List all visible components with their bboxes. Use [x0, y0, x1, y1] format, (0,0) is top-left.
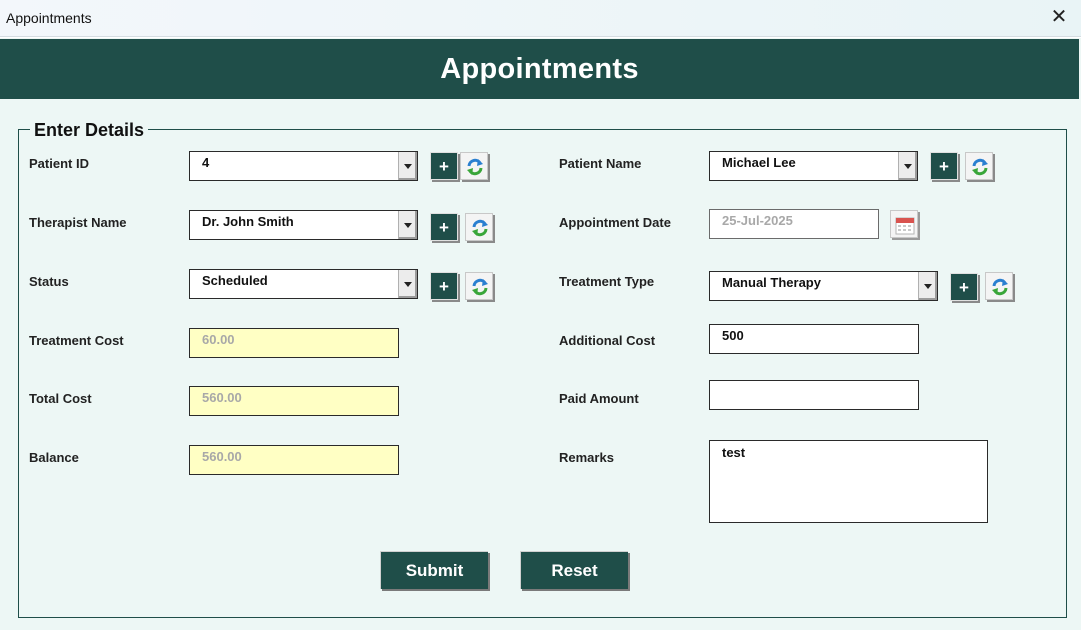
form-client-area: Appointments Enter Details Patient ID Th… [0, 38, 1081, 630]
appointment-date-value: 25-Jul-2025 [722, 213, 793, 228]
chevron-down-icon[interactable] [898, 152, 917, 180]
window-title: Appointments [6, 10, 92, 26]
therapist-name-label: Therapist Name [29, 215, 127, 230]
balance-value: 560.00 [202, 449, 242, 464]
add-patient-name-button[interactable]: + [930, 152, 958, 180]
additional-cost-field[interactable]: 500 [709, 324, 919, 354]
remarks-value: test [722, 445, 746, 460]
add-treatment-type-button[interactable]: + [950, 273, 978, 301]
page-title: Appointments [0, 39, 1079, 99]
additional-cost-label: Additional Cost [559, 333, 656, 348]
reset-button[interactable]: Reset [520, 551, 628, 589]
treatment-type-label: Treatment Type [559, 274, 655, 289]
refresh-icon[interactable] [460, 152, 488, 180]
add-therapist-button[interactable]: + [430, 213, 458, 241]
add-patient-button[interactable]: + [430, 152, 458, 180]
remarks-label: Remarks [559, 450, 614, 465]
patient-name-value: Michael Lee [722, 155, 796, 170]
chevron-down-icon[interactable] [398, 152, 417, 180]
details-frame-caption: Enter Details [30, 120, 149, 141]
chevron-down-icon[interactable] [398, 270, 417, 298]
appointment-date-label: Appointment Date [559, 215, 671, 230]
therapist-name-value: Dr. John Smith [202, 214, 294, 229]
additional-cost-value: 500 [722, 328, 744, 343]
chevron-down-icon[interactable] [398, 211, 417, 239]
patient-id-combo[interactable]: 4 [189, 151, 418, 181]
total-cost-value: 560.00 [202, 390, 242, 405]
total-cost-field: 560.00 [189, 386, 399, 416]
balance-field: 560.00 [189, 445, 399, 475]
therapist-name-combo[interactable]: Dr. John Smith [189, 210, 418, 240]
submit-button[interactable]: Submit [380, 551, 488, 589]
refresh-icon[interactable] [985, 272, 1013, 300]
status-label: Status [29, 274, 69, 289]
treatment-type-combo[interactable]: Manual Therapy [709, 271, 938, 301]
refresh-icon[interactable] [465, 272, 493, 300]
calendar-icon[interactable] [890, 210, 918, 238]
details-frame [18, 129, 1067, 618]
patient-id-label: Patient ID [29, 156, 89, 171]
patient-name-label: Patient Name [559, 156, 642, 171]
treatment-type-value: Manual Therapy [722, 275, 821, 290]
appointment-date-field[interactable]: 25-Jul-2025 [709, 209, 879, 239]
close-icon[interactable]: ✕ [1049, 7, 1069, 27]
refresh-icon[interactable] [465, 213, 493, 241]
add-status-button[interactable]: + [430, 272, 458, 300]
paid-amount-label: Paid Amount [559, 391, 639, 406]
remarks-textarea[interactable]: test [709, 440, 988, 523]
patient-id-value: 4 [202, 155, 210, 170]
chevron-down-icon[interactable] [918, 272, 937, 300]
patient-name-combo[interactable]: Michael Lee [709, 151, 918, 181]
refresh-icon[interactable] [965, 152, 993, 180]
balance-label: Balance [29, 450, 79, 465]
total-cost-label: Total Cost [29, 391, 92, 406]
treatment-cost-value: 60.00 [202, 332, 235, 347]
paid-amount-field[interactable] [709, 380, 919, 410]
window-titlebar: Appointments ✕ [0, 0, 1081, 37]
status-value: Scheduled [202, 273, 268, 288]
treatment-cost-field: 60.00 [189, 328, 399, 358]
status-combo[interactable]: Scheduled [189, 269, 418, 299]
treatment-cost-label: Treatment Cost [29, 333, 124, 348]
